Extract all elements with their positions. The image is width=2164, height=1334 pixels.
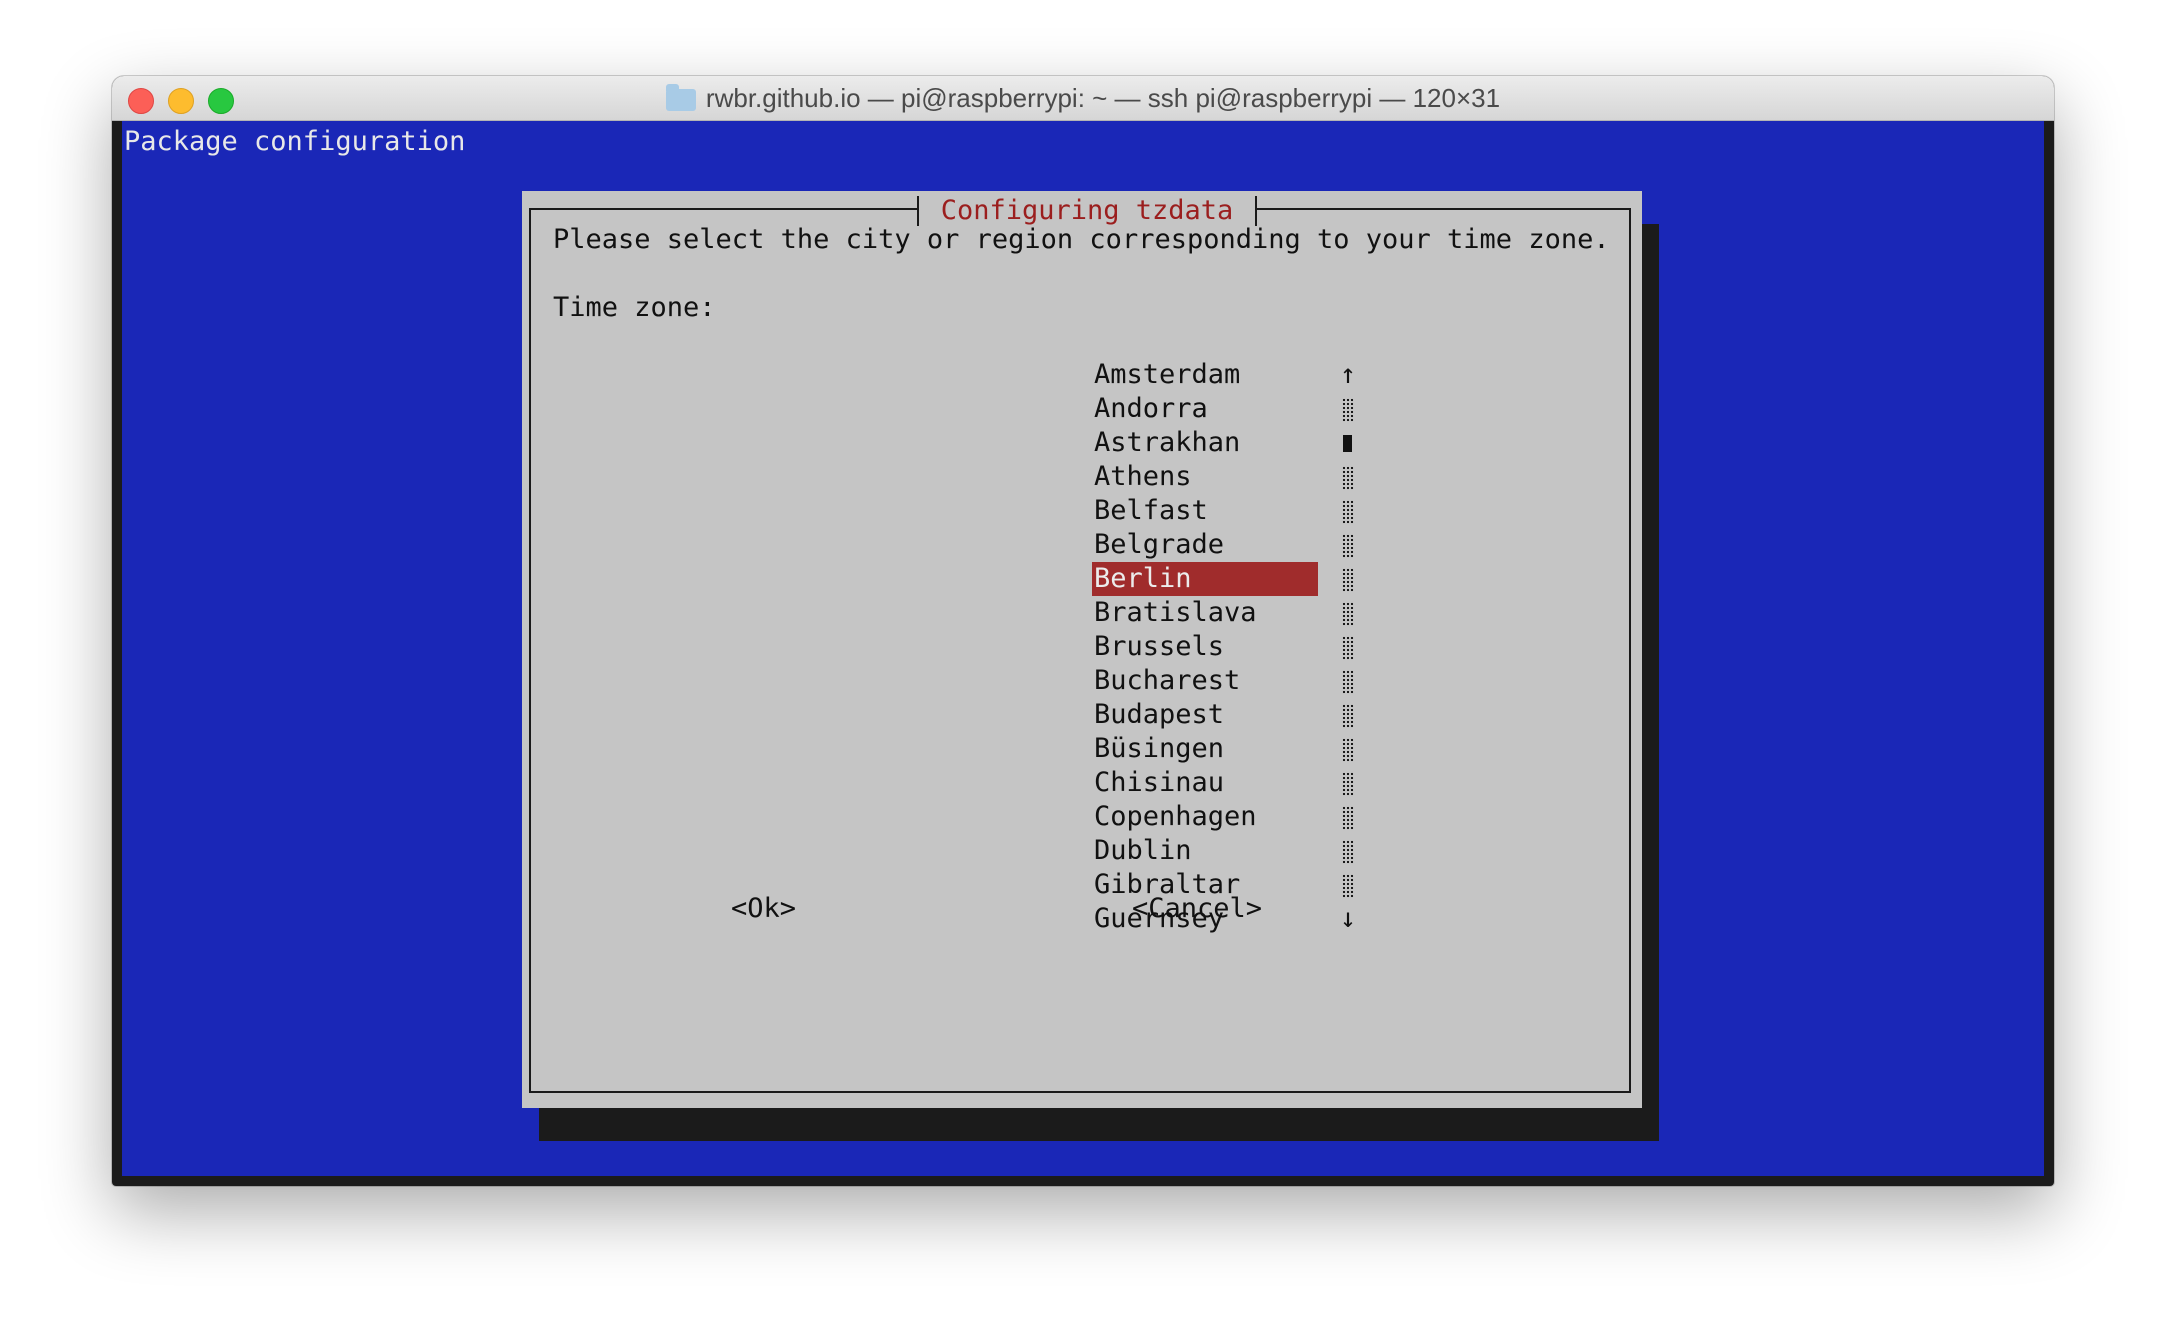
timezone-item[interactable]: Dublin — [1092, 834, 1318, 868]
window-title-area: rwbr.github.io — pi@raspberrypi: ~ — ssh… — [112, 76, 2054, 120]
terminal-screen[interactable]: Package configuration Configuring tzdata… — [122, 121, 2044, 1176]
ok-button[interactable]: <Ok> — [731, 892, 796, 926]
scrollbar-track-segment[interactable] — [1342, 704, 1354, 728]
scrollbar-track-cell[interactable] — [1338, 562, 1358, 596]
scrollbar-track-segment[interactable] — [1342, 806, 1354, 830]
scrollbar-track-segment[interactable] — [1342, 398, 1354, 422]
scrollbar-track-cell[interactable] — [1338, 732, 1358, 766]
scrollbar-thumb[interactable] — [1343, 435, 1352, 452]
scrollbar-track-segment[interactable] — [1342, 636, 1354, 660]
scrollbar-track-segment[interactable] — [1342, 874, 1354, 898]
timezone-item[interactable]: Andorra — [1092, 392, 1318, 426]
scrollbar-track-segment[interactable] — [1342, 500, 1354, 524]
timezone-item[interactable]: Bucharest — [1092, 664, 1318, 698]
scrollbar-track-segment[interactable] — [1342, 738, 1354, 762]
package-configuration-header: Package configuration — [124, 126, 466, 157]
timezone-item[interactable]: Chisinau — [1092, 766, 1318, 800]
scrollbar-track-cell[interactable] — [1338, 630, 1358, 664]
timezone-item[interactable]: Belgrade — [1092, 528, 1318, 562]
timezone-item[interactable]: Büsingen — [1092, 732, 1318, 766]
scrollbar-track-cell[interactable] — [1338, 868, 1358, 902]
scrollbar-thumb-cell[interactable] — [1338, 426, 1358, 460]
scrollbar-track-segment[interactable] — [1342, 568, 1354, 592]
time-zone-label: Time zone: — [553, 292, 716, 323]
scrollbar-track-segment[interactable] — [1342, 466, 1354, 490]
timezone-item[interactable]: Brussels — [1092, 630, 1318, 664]
scroll-down-arrow-icon[interactable]: ↓ — [1338, 902, 1358, 936]
timezone-item[interactable]: Belfast — [1092, 494, 1318, 528]
scrollbar-track-cell[interactable] — [1338, 800, 1358, 834]
scrollbar-track-segment[interactable] — [1342, 602, 1354, 626]
timezone-item[interactable]: Athens — [1092, 460, 1318, 494]
scrollbar-track-cell[interactable] — [1338, 596, 1358, 630]
timezone-item[interactable]: Bratislava — [1092, 596, 1318, 630]
scrollbar-track-cell[interactable] — [1338, 766, 1358, 800]
dialog-prompt: Please select the city or region corresp… — [553, 224, 1610, 255]
terminal-window: rwbr.github.io — pi@raspberrypi: ~ — ssh… — [112, 76, 2054, 1186]
timezone-item[interactable]: Astrakhan — [1092, 426, 1318, 460]
scrollbar-track-cell[interactable] — [1338, 460, 1358, 494]
scrollbar-track-cell[interactable] — [1338, 528, 1358, 562]
folder-icon — [665, 84, 696, 111]
title-bar[interactable]: rwbr.github.io — pi@raspberrypi: ~ — ssh… — [112, 76, 2054, 121]
scrollbar-track-cell[interactable] — [1338, 664, 1358, 698]
cancel-button[interactable]: <Cancel> — [1132, 892, 1262, 926]
timezone-item[interactable]: Budapest — [1092, 698, 1318, 732]
scrollbar-track-segment[interactable] — [1342, 670, 1354, 694]
scrollbar-track-segment[interactable] — [1342, 772, 1354, 796]
window-title: rwbr.github.io — pi@raspberrypi: ~ — ssh… — [705, 82, 1501, 113]
timezone-item[interactable]: Amsterdam — [1092, 358, 1318, 392]
timezone-item[interactable]: Berlin — [1092, 562, 1318, 596]
scrollbar-track-cell[interactable] — [1338, 392, 1358, 426]
scrollbar-track-cell[interactable] — [1338, 698, 1358, 732]
tzdata-dialog: Configuring tzdata Please select the cit… — [522, 191, 1642, 1108]
timezone-item[interactable]: Copenhagen — [1092, 800, 1318, 834]
dialog-frame — [529, 208, 1631, 1093]
scrollbar-track-segment[interactable] — [1342, 534, 1354, 558]
scroll-up-arrow-icon[interactable]: ↑ — [1338, 358, 1358, 392]
scrollbar-track-cell[interactable] — [1338, 494, 1358, 528]
scrollbar-track-cell[interactable] — [1338, 834, 1358, 868]
scrollbar-track-segment[interactable] — [1342, 840, 1354, 864]
